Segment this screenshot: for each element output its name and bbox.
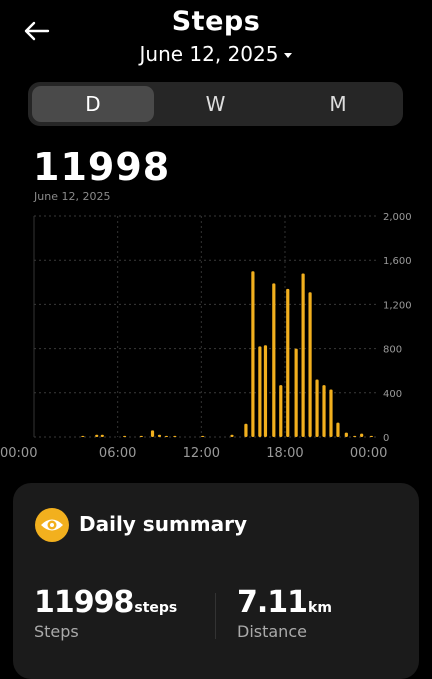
chart-bar <box>315 379 319 437</box>
chart-bar <box>301 273 305 437</box>
chart-bar <box>100 434 104 437</box>
divider <box>215 593 216 639</box>
y-tick-label: 800 <box>383 345 402 356</box>
chart-bar <box>294 348 298 437</box>
chart-bar <box>95 434 99 437</box>
chart-bar <box>322 385 326 437</box>
x-tick-label: 12:00 <box>183 446 220 461</box>
distance-unit: km <box>308 600 332 616</box>
chart-bar <box>230 434 234 437</box>
steps-label: Steps <box>34 622 79 641</box>
chart-bar <box>360 433 364 437</box>
chart-bar <box>150 430 155 437</box>
chart-bar <box>173 435 177 437</box>
distance-label: Distance <box>237 622 307 641</box>
chart-bar <box>123 435 127 437</box>
eye-icon <box>35 508 69 542</box>
steps-chart: 2,000 1,600 1,200 800 400 0 00:00 06:00 12:00 18:… <box>0 212 412 461</box>
tab-month[interactable]: M <box>277 86 399 122</box>
distance-value: 7.11 <box>237 585 308 620</box>
distance-metric: 7.11km <box>237 585 332 620</box>
daily-summary-card[interactable]: Daily summary 11998steps Steps 7.11km Di… <box>13 483 419 679</box>
chart-bar <box>244 423 248 437</box>
chart-bar <box>344 432 348 437</box>
y-tick-label: 0 <box>383 433 389 444</box>
card-title: Daily summary <box>79 512 248 536</box>
chart-bar <box>157 434 162 437</box>
chart-bar <box>81 435 85 437</box>
y-tick-label: 2,000 <box>383 212 412 223</box>
steps-unit: steps <box>134 600 178 616</box>
x-tick-label: 00:00 <box>350 446 387 461</box>
chart-bar <box>329 389 333 437</box>
tab-week[interactable]: W <box>154 86 277 122</box>
chart-bar <box>353 435 357 437</box>
chevron-down-icon <box>284 53 293 58</box>
chart-bar <box>164 435 169 437</box>
page-title: Steps <box>171 6 261 37</box>
y-tick-label: 400 <box>383 389 402 400</box>
chart-bar <box>251 271 255 437</box>
steps-metric: 11998steps <box>34 585 177 620</box>
x-tick-label: 18:00 <box>266 446 303 461</box>
chart-bar <box>258 346 262 437</box>
chart-bar <box>139 435 143 437</box>
steps-value: 11998 <box>34 585 134 620</box>
chart-bar <box>336 422 340 437</box>
date-label: June 12, 2025 <box>139 42 279 66</box>
chart-bar <box>263 345 268 437</box>
period-tabs: D W M <box>28 82 403 126</box>
x-tick-label: 00:00 <box>0 446 37 461</box>
chart-bar <box>286 288 290 437</box>
chart-bar <box>308 292 312 437</box>
chart-bar <box>272 283 276 437</box>
chart-bar <box>369 435 374 437</box>
chart-bar <box>279 385 283 437</box>
y-tick-label: 1,200 <box>383 300 412 311</box>
y-tick-label: 1,600 <box>383 256 412 267</box>
x-tick-label: 06:00 <box>99 446 136 461</box>
tab-day[interactable]: D <box>32 86 154 122</box>
date-picker[interactable]: June 12, 2025 <box>0 42 432 66</box>
step-total-date: June 12, 2025 <box>34 190 111 203</box>
chart-bar <box>201 435 205 437</box>
step-total: 11998 <box>33 145 171 189</box>
